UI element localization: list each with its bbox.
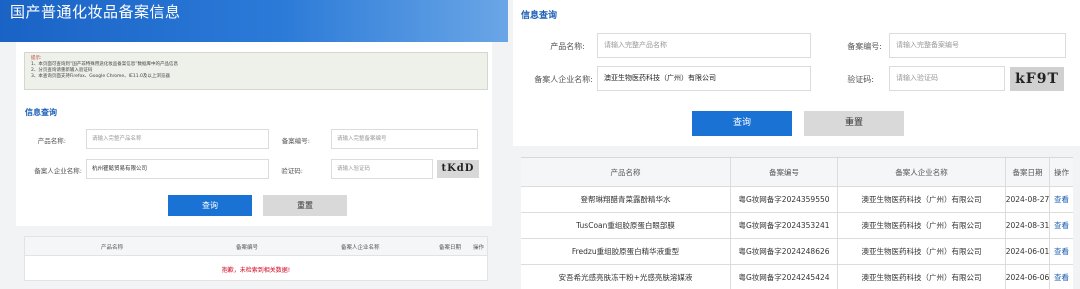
- view-link[interactable]: 查看: [1050, 239, 1073, 264]
- captcha-label: 验证码:: [281, 167, 303, 175]
- record-no-label: 备案编号:: [847, 42, 882, 51]
- empty-message: 抱歉，未检索到相关数据!: [221, 267, 291, 274]
- col-company: 备案人企业名称: [341, 245, 380, 251]
- product-name-cell: 登帮琳翔醋青菜露酚精华水: [521, 187, 731, 212]
- product-name-cell: TusCoan重组胶原蛋白眼部膜: [521, 213, 731, 238]
- view-link[interactable]: 查看: [1050, 265, 1073, 289]
- product-name-cell: Fredzu重组胶原蛋白精华液重型: [521, 239, 731, 264]
- record-no-cell: 粤G妆网备字2024353241: [731, 213, 838, 238]
- captcha-input[interactable]: 请输入验证码: [331, 159, 433, 179]
- results-table: 产品名称 备案编号 备案人企业名称 备案日期 操作 登帮琳翔醋青菜露酚精华水 粤…: [521, 157, 1073, 289]
- date-cell: 2024-08-31: [1006, 213, 1050, 238]
- search-button[interactable]: 查询: [692, 111, 792, 136]
- company-label: 备案人企业名称:: [534, 75, 593, 84]
- col-action: 操作: [473, 245, 485, 251]
- company-cell: 澳亚生物医药科技（广州）有限公司: [838, 187, 1006, 212]
- product-name-cell: 安吾希光感亮肤冻干粉+光感亮肤溶媒液: [521, 265, 731, 289]
- company-input[interactable]: 杭州瞿懿贸易有限公司: [86, 159, 269, 179]
- col-product-name: 产品名称: [101, 245, 124, 251]
- section-title: 信息查询: [25, 108, 57, 117]
- col-action: 操作: [1054, 167, 1069, 177]
- notice-box: 提示: 1、本页面可查询到“国产非特殊用途化妆品备案信息”数据库中的产品信息 2…: [24, 52, 488, 90]
- table-header: 产品名称 备案编号 备案人企业名称 备案日期 操作: [521, 158, 1073, 187]
- table-row: TusCoan重组胶原蛋白眼部膜 粤G妆网备字2024353241 澳亚生物医药…: [521, 213, 1073, 239]
- record-no-input[interactable]: 请输入完整备案编号: [889, 33, 1066, 58]
- captcha-image[interactable]: tKdD: [437, 160, 479, 178]
- company-label: 备案人企业名称:: [34, 167, 82, 175]
- table-row: 登帮琳翔醋青菜露酚精华水 粤G妆网备字2024359550 澳亚生物医药科技（广…: [521, 187, 1073, 213]
- product-name-label: 产品名称:: [37, 137, 66, 145]
- date-cell: 2024-06-06: [1006, 265, 1050, 289]
- captcha-input[interactable]: 请输入验证码: [889, 66, 1005, 91]
- table-header: 产品名称 备案编号 备案人企业名称 备案日期 操作: [25, 237, 487, 256]
- product-name-input[interactable]: 请输入完整产品名称: [86, 129, 269, 149]
- date-cell: 2024-08-27: [1006, 187, 1050, 212]
- view-link[interactable]: 查看: [1050, 213, 1073, 238]
- search-button[interactable]: 查询: [168, 195, 252, 216]
- record-no-label: 备案编号:: [281, 137, 310, 145]
- record-no-cell: 粤G妆网备字2024245424: [731, 265, 838, 289]
- search-card: 信息查询 产品名称: 请输入完整产品名称 备案编号: 请输入完整备案编号 备案人…: [513, 0, 1080, 146]
- notice-line: 3、本查询页面支持Firefox、Google Chrome、IE11.0及以上…: [31, 74, 170, 79]
- col-date: 备案日期: [439, 245, 462, 251]
- table-row: Fredzu重组胶原蛋白精华液重型 粤G妆网备字2024248626 澳亚生物医…: [521, 239, 1073, 265]
- left-screenshot: 国产普通化妆品备案信息 提示: 1、本页面可查询到“国产非特殊用途化妆品备案信息…: [0, 0, 508, 289]
- page-title: 国产普通化妆品备案信息: [10, 3, 181, 21]
- company-cell: 澳亚生物医药科技（广州）有限公司: [838, 265, 1006, 289]
- company-cell: 澳亚生物医药科技（广州）有限公司: [838, 213, 1006, 238]
- captcha-label: 验证码:: [847, 75, 874, 84]
- company-input[interactable]: 澳亚生物医药科技（广州）有限公司: [597, 66, 811, 91]
- page-banner: 国产普通化妆品备案信息: [0, 0, 508, 42]
- captcha-image[interactable]: kF9T: [1010, 67, 1064, 91]
- reset-button[interactable]: 重置: [804, 111, 904, 136]
- table-row: 安吾希光感亮肤冻干粉+光感亮肤溶媒液 粤G妆网备字2024245424 澳亚生物…: [521, 265, 1073, 289]
- product-name-label: 产品名称:: [550, 42, 585, 51]
- col-record-no: 备案编号: [731, 158, 838, 186]
- date-cell: 2024-06-01: [1006, 239, 1050, 264]
- company-cell: 澳亚生物医药科技（广州）有限公司: [838, 239, 1006, 264]
- record-no-cell: 粤G妆网备字2024248626: [731, 239, 838, 264]
- view-link[interactable]: 查看: [1050, 187, 1073, 212]
- record-no-cell: 粤G妆网备字2024359550: [731, 187, 838, 212]
- right-screenshot: 信息查询 产品名称: 请输入完整产品名称 备案编号: 请输入完整备案编号 备案人…: [513, 0, 1080, 289]
- col-product-name: 产品名称: [521, 158, 731, 186]
- col-record-no: 备案编号: [236, 245, 259, 251]
- col-date: 备案日期: [1006, 158, 1050, 186]
- col-company: 备案人企业名称: [838, 158, 1006, 186]
- reset-button[interactable]: 重置: [263, 195, 347, 216]
- section-title: 信息查询: [521, 11, 558, 21]
- record-no-input[interactable]: 请输入完整备案编号: [331, 129, 478, 149]
- product-name-input[interactable]: 请输入完整产品名称: [597, 33, 811, 58]
- results-table: 产品名称 备案编号 备案人企业名称 备案日期 操作 抱歉，未检索到相关数据!: [24, 236, 488, 281]
